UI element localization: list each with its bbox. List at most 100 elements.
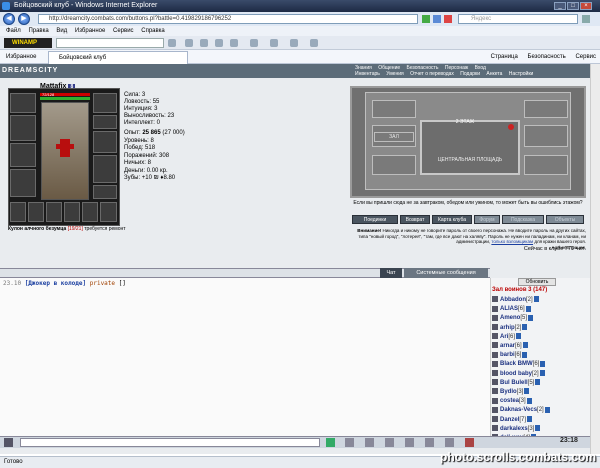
- user-name[interactable]: costea: [500, 398, 519, 404]
- item-slot-3[interactable]: [100, 202, 117, 222]
- menu-item-tools[interactable]: Сервис: [113, 26, 134, 36]
- chat-icon[interactable]: [4, 438, 13, 447]
- user-list-item[interactable]: Bul Bulell[5]: [492, 379, 541, 388]
- nav-gifts[interactable]: Подарки: [460, 71, 480, 78]
- user-name[interactable]: Abbadon: [500, 297, 526, 303]
- ring-slot-1[interactable]: [10, 202, 26, 222]
- shield-slot[interactable]: [93, 155, 117, 183]
- info-icon[interactable]: [522, 342, 528, 349]
- scrollbar[interactable]: [590, 64, 600, 454]
- nav-skills[interactable]: Умения: [386, 71, 403, 78]
- sound-icon[interactable]: [425, 438, 434, 447]
- nav-profile[interactable]: Анкета: [486, 71, 502, 78]
- user-list-item[interactable]: arnar[6]: [492, 342, 528, 351]
- map-room[interactable]: [524, 155, 568, 175]
- settings-icon[interactable]: [445, 438, 454, 447]
- user-list-item[interactable]: ALIAS[6]: [492, 305, 531, 314]
- objects-button[interactable]: Объекты: [546, 215, 584, 224]
- info-icon[interactable]: [524, 388, 530, 395]
- go-icon[interactable]: [422, 15, 430, 23]
- info-icon[interactable]: [539, 370, 545, 377]
- earring-slot[interactable]: [93, 93, 117, 113]
- chat-input[interactable]: [20, 438, 320, 447]
- info-icon[interactable]: [526, 397, 532, 404]
- user-name[interactable]: darkalexs: [500, 426, 528, 432]
- user-name[interactable]: blood baby: [500, 371, 532, 377]
- info-icon[interactable]: [527, 416, 533, 423]
- user-name[interactable]: barbi: [500, 352, 515, 358]
- tab-system-messages[interactable]: Системные сообщения: [404, 268, 488, 278]
- volume-icon[interactable]: [270, 39, 278, 47]
- duels-button[interactable]: Поединки: [352, 215, 398, 224]
- twitter-icon[interactable]: [250, 39, 258, 47]
- user-list-item[interactable]: blood baby[2]: [492, 370, 545, 379]
- tools-menu[interactable]: Сервис: [575, 54, 596, 60]
- helmet-slot[interactable]: [10, 93, 36, 113]
- menu-item-view[interactable]: Вид: [56, 26, 67, 36]
- item-slot-2[interactable]: [82, 202, 98, 222]
- menu-item-edit[interactable]: Правка: [28, 26, 48, 36]
- boots-slot[interactable]: [93, 185, 117, 199]
- maximize-button[interactable]: □: [567, 2, 579, 10]
- browser-tab[interactable]: Бойцовский клуб: [48, 51, 188, 64]
- tab-chat[interactable]: Чат: [380, 268, 402, 278]
- page-menu[interactable]: Страница: [491, 54, 518, 60]
- user-name[interactable]: arnar: [500, 343, 515, 349]
- exit-icon[interactable]: [465, 438, 474, 447]
- security-menu[interactable]: Безопасность: [528, 54, 566, 60]
- search-input[interactable]: Яндекс: [458, 14, 578, 24]
- stop-icon[interactable]: [215, 39, 223, 47]
- refresh-button[interactable]: Обновить: [518, 278, 556, 286]
- user-name[interactable]: Bul Bulell: [500, 380, 528, 386]
- send-icon[interactable]: [326, 438, 335, 447]
- user-list-item[interactable]: barbi[6]: [492, 351, 528, 360]
- map-room[interactable]: [524, 100, 568, 118]
- club-map-button[interactable]: Карта клуба: [432, 215, 472, 224]
- filter-icon[interactable]: [385, 438, 394, 447]
- info-icon[interactable]: [522, 351, 528, 358]
- winamp-logo[interactable]: WINAMP: [4, 38, 52, 48]
- return-button[interactable]: Возврат: [400, 215, 430, 224]
- nav-inventory[interactable]: Инвентарь: [355, 71, 380, 78]
- user-list-item[interactable]: Ameno[5]: [492, 314, 534, 323]
- info-icon[interactable]: [516, 333, 522, 340]
- armor-slot[interactable]: [10, 143, 36, 167]
- user-list-item[interactable]: costea[3]: [492, 397, 532, 406]
- menu-item-favorites[interactable]: Избранное: [75, 26, 105, 36]
- weapon-slot[interactable]: [10, 115, 36, 141]
- search-icon[interactable]: [582, 15, 590, 23]
- user-list-item[interactable]: Abbadon[2]: [492, 296, 539, 305]
- prev-track-icon[interactable]: [185, 39, 193, 47]
- close-button[interactable]: ×: [580, 2, 592, 10]
- user-name[interactable]: Daknas-Vecs: [500, 407, 537, 413]
- nav-transfers[interactable]: Отчет о переводах: [410, 71, 454, 78]
- map-room[interactable]: [524, 125, 568, 147]
- info-icon[interactable]: [528, 314, 534, 321]
- info-icon[interactable]: [535, 425, 541, 432]
- user-list-item[interactable]: Bydlo[3]: [492, 388, 530, 397]
- user-list-item[interactable]: Daknas-Vecs[2]: [492, 406, 550, 415]
- user-name[interactable]: Black BMW: [500, 361, 533, 367]
- stop-icon[interactable]: [444, 15, 452, 23]
- user-name[interactable]: Bydlo: [500, 389, 517, 395]
- next-track-icon[interactable]: [230, 39, 238, 47]
- winamp-search-input[interactable]: [56, 38, 164, 48]
- clear-icon[interactable]: [345, 438, 354, 447]
- ring-slot-2[interactable]: [28, 202, 44, 222]
- refresh-icon[interactable]: [433, 15, 441, 23]
- map-room[interactable]: [372, 155, 416, 175]
- hint-button[interactable]: Подсказка: [502, 215, 544, 224]
- options-icon[interactable]: [310, 39, 318, 47]
- search-icon[interactable]: [168, 39, 176, 47]
- gloves-slot[interactable]: [93, 131, 117, 153]
- nav-settings[interactable]: Настройки: [509, 71, 534, 78]
- user-name[interactable]: Danzel: [500, 417, 519, 423]
- amulet-slot[interactable]: [93, 115, 117, 129]
- user-name[interactable]: arhip: [500, 325, 515, 331]
- favorites-button[interactable]: Избранное: [6, 50, 36, 64]
- chat-sender[interactable]: [Джокер в колоде]: [25, 280, 86, 287]
- info-icon[interactable]: [533, 296, 539, 303]
- info-icon[interactable]: [540, 360, 546, 367]
- user-list-item[interactable]: Black BMW[6]: [492, 360, 546, 369]
- info-icon[interactable]: [544, 406, 550, 413]
